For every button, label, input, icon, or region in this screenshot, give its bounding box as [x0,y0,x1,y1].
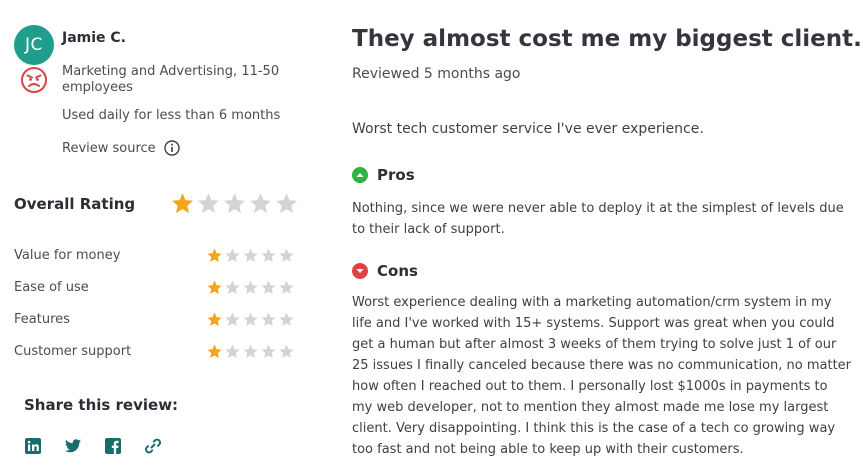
pros-label: Pros [377,166,415,184]
facebook-icon[interactable] [104,437,122,455]
rating-label: Value for money [14,248,121,263]
rating-star-icon [243,312,258,326]
rating-stars [206,279,295,296]
rating-row: Ease of use [14,279,299,296]
rating-star-icon [261,280,276,294]
rating-star-icon [243,280,258,294]
twitter-icon[interactable] [64,437,82,455]
review-source[interactable]: Review source [62,140,180,156]
rating-star-icon [243,248,258,262]
rating-star-icon [279,312,294,326]
pros-heading: Pros [352,166,415,184]
rating-star-icon [207,248,222,262]
overall-star-icon [224,193,245,213]
overall-rating-label: Overall Rating [14,195,136,213]
info-icon[interactable] [163,140,180,156]
reviewer-panel: JC Jamie C. Marketing and Advertising, 1… [0,0,320,475]
rating-star-icon [207,312,222,326]
overall-star-icon [250,193,271,213]
rating-stars [206,247,295,264]
rating-label: Features [14,312,70,327]
pros-text: Nothing, since we were never able to dep… [352,201,844,237]
share-title: Share this review: [24,396,179,414]
rating-star-icon [225,344,240,358]
rating-star-icon [261,344,276,358]
rating-label: Ease of use [14,280,89,295]
rating-star-icon [279,248,294,262]
rating-star-icon [225,312,240,326]
avatar-initials: JC [25,35,43,55]
cons-heading: Cons [352,262,418,280]
review-content: They almost cost me my biggest client. R… [352,0,862,475]
rating-row: Value for money [14,247,299,264]
rating-stars [206,311,295,328]
review-date: Reviewed 5 months ago [352,66,521,82]
cons-label: Cons [377,262,418,280]
link-icon[interactable] [144,437,162,455]
rating-star-icon [279,344,294,358]
rating-star-icon [207,344,222,358]
chevron-up-circle-icon [352,167,368,183]
rating-star-icon [207,280,222,294]
rating-star-icon [279,280,294,294]
reviewer-usage: Used daily for less than 6 months [62,108,281,123]
review-summary: Worst tech customer service I've ever ex… [352,121,704,137]
rating-star-icon [243,344,258,358]
rating-label: Customer support [14,344,132,359]
rating-star-icon [261,312,276,326]
overall-star-icon [276,193,297,213]
overall-star-icon [172,193,193,213]
rating-star-icon [261,248,276,262]
reviewer-name: Jamie C. [62,30,127,46]
rating-stars [206,343,295,360]
cons-text: Worst experience dealing with a marketin… [352,295,852,457]
avatar: JC [14,25,54,65]
rating-row: Customer support [14,343,299,360]
review-title: They almost cost me my biggest client. [352,26,862,52]
overall-star-icon [198,193,219,213]
rating-star-icon [225,248,240,262]
reviewer-industry: Marketing and Advertising, 11-50 employe… [62,64,280,95]
rating-star-icon [225,280,240,294]
share-icons [24,437,162,455]
angry-face-icon [21,67,47,93]
linkedin-icon[interactable] [24,437,42,455]
rating-row: Features [14,311,299,328]
overall-rating-stars [170,191,299,216]
chevron-down-circle-icon [352,263,368,279]
review-source-label: Review source [62,140,156,156]
